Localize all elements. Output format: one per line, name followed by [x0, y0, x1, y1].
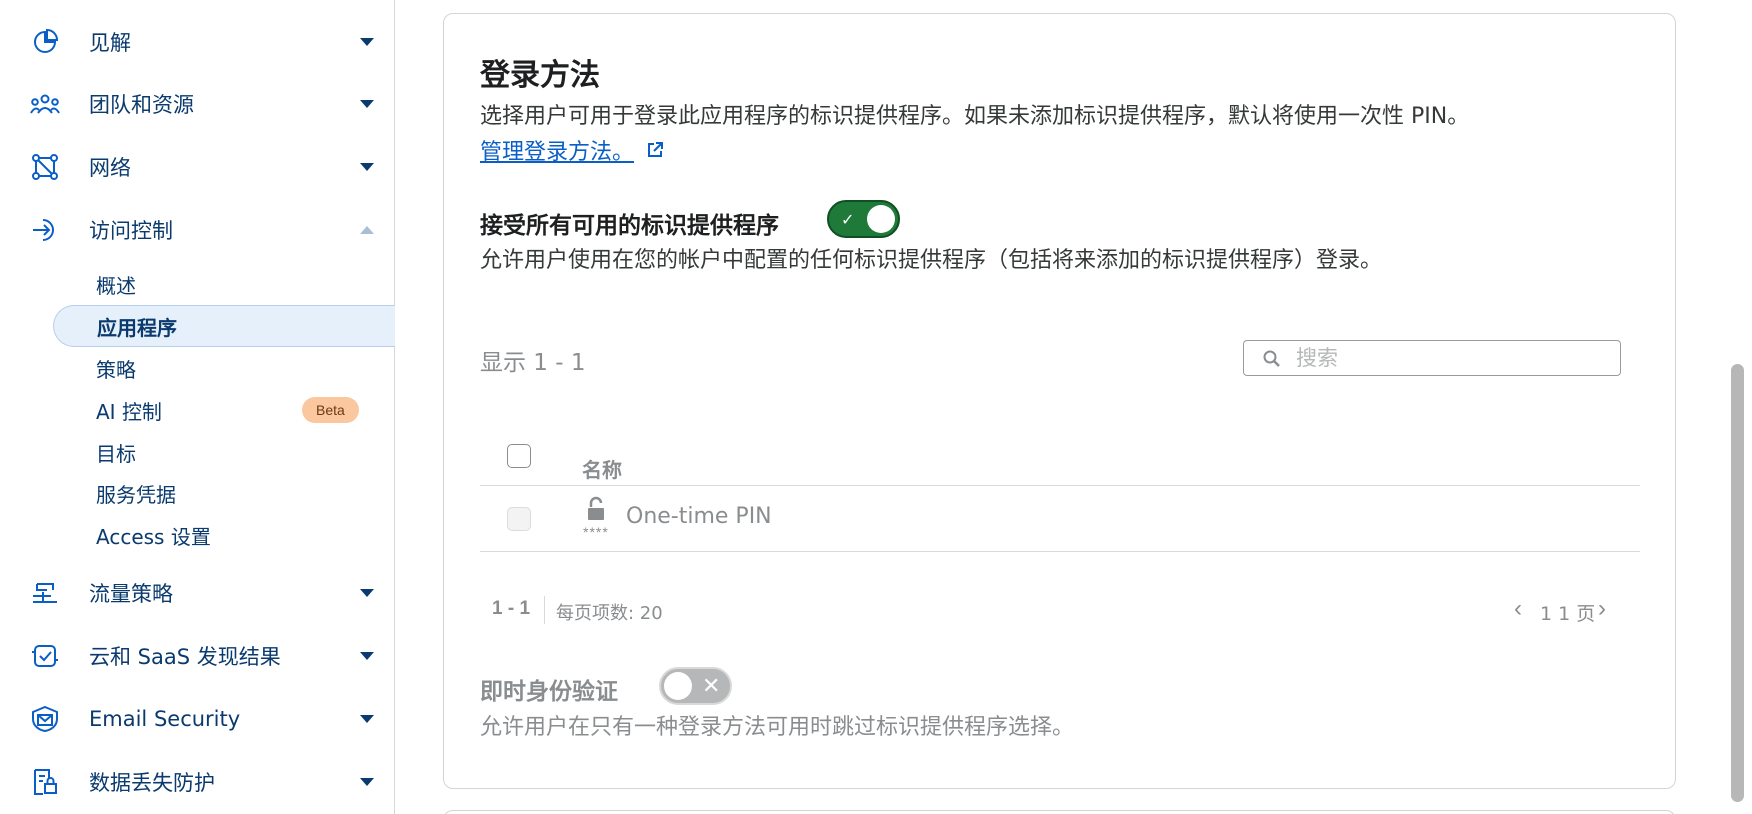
- chevron-right-icon[interactable]: ›: [1598, 597, 1606, 621]
- close-icon: ✕: [702, 673, 721, 698]
- instant-auth-description: 允许用户在只有一种登录方法可用时跳过标识提供程序选择。: [480, 715, 1075, 740]
- nav-item-traffic-policies[interactable]: 流量策略: [0, 571, 395, 615]
- nav-label: 云和 SaaS 发现结果: [89, 645, 281, 669]
- people-group-icon: [30, 89, 60, 119]
- sub-item-label: 服务凭据: [96, 482, 176, 507]
- document-lock-icon: [30, 767, 60, 797]
- toggle-knob: [867, 205, 895, 233]
- sub-item-applications[interactable]: 应用程序: [53, 305, 395, 347]
- nav-item-access-control[interactable]: 访问控制: [0, 208, 395, 252]
- nav-item-teams-resources[interactable]: 团队和资源: [0, 82, 395, 126]
- traffic-policy-icon: [30, 578, 60, 608]
- sub-item-label: 目标: [96, 441, 136, 466]
- chevron-up-icon: [360, 226, 374, 234]
- external-link-icon: [648, 142, 664, 157]
- sub-item-label: 概述: [96, 273, 136, 298]
- section-description: 选择用户可用于登录此应用程序的标识提供程序。如果未添加标识提供程序，默认将使用一…: [480, 104, 1470, 129]
- row-name: One-time PIN: [626, 504, 772, 529]
- check-icon: ✓: [841, 212, 855, 229]
- beta-badge: Beta: [302, 397, 359, 423]
- chevron-down-icon: [360, 163, 374, 171]
- pie-chart-icon: [30, 27, 60, 57]
- accept-all-toggle[interactable]: ✓: [827, 200, 900, 238]
- sub-item-label: AI 控制: [96, 399, 162, 424]
- sub-item-overview[interactable]: 概述: [53, 263, 395, 305]
- chevron-left-icon[interactable]: ‹: [1514, 597, 1522, 621]
- nav-item-cloud-saas-findings[interactable]: 云和 SaaS 发现结果: [0, 634, 395, 678]
- accept-all-title: 接受所有可用的标识提供程序: [480, 213, 779, 239]
- nav-label: 数据丢失防护: [89, 771, 215, 795]
- row-checkbox: [507, 507, 531, 531]
- search-box: [1243, 340, 1621, 376]
- accept-all-description: 允许用户使用在您的帐户中配置的任何标识提供程序（包括将来添加的标识提供程序）登录…: [480, 248, 1383, 273]
- sub-item-service-credentials[interactable]: 服务凭据: [53, 472, 395, 514]
- instant-auth-title: 即时身份验证: [480, 679, 618, 705]
- email-shield-icon: [30, 704, 60, 734]
- table-row[interactable]: **** One-time PIN: [480, 486, 1640, 552]
- toggle-knob: [664, 672, 692, 700]
- instant-auth-toggle[interactable]: ✕: [659, 667, 732, 705]
- nav-label: Email Security: [89, 707, 241, 731]
- section-title: 登录方法: [480, 58, 600, 93]
- sub-item-label: Access 设置: [96, 524, 211, 549]
- sub-item-ai-controls[interactable]: AI 控制 Beta: [53, 389, 395, 431]
- chevron-down-icon: [360, 652, 374, 660]
- unlock-icon: [588, 496, 604, 520]
- pagination-divider: [544, 596, 545, 624]
- select-all-checkbox[interactable]: [507, 444, 531, 468]
- items-per-page[interactable]: 每页项数: 20: [556, 599, 663, 625]
- pagination: 1 - 1 每页项数: 20 ‹ 1 1 页 ›: [480, 592, 1640, 628]
- sign-in-arrow-icon: [30, 215, 60, 245]
- pagination-range: 1 - 1: [492, 598, 531, 619]
- nav-label: 见解: [89, 31, 131, 55]
- sub-item-access-settings[interactable]: Access 设置: [53, 514, 395, 556]
- search-input[interactable]: [1296, 345, 1606, 371]
- sub-item-targets[interactable]: 目标: [53, 431, 395, 473]
- table-header: 名称: [480, 440, 1640, 486]
- column-header-name[interactable]: 名称: [582, 454, 622, 483]
- nav-item-email-security[interactable]: Email Security: [0, 697, 395, 741]
- scrollbar-thumb[interactable]: [1731, 364, 1744, 802]
- nav-label: 网络: [89, 156, 131, 180]
- link-label: 管理登录方法。: [480, 140, 635, 165]
- cloud-check-icon: [30, 641, 60, 671]
- page-indicator: 1 1 页: [1540, 603, 1596, 625]
- network-graph-icon: [30, 152, 60, 182]
- chevron-down-icon: [360, 715, 374, 723]
- chevron-down-icon: [360, 38, 374, 46]
- row-subtitle: ****: [583, 524, 609, 540]
- sub-item-label: 策略: [96, 357, 136, 382]
- results-count: 显示 1 - 1: [480, 350, 586, 376]
- sub-item-label: 应用程序: [97, 315, 177, 340]
- nav-label: 流量策略: [89, 582, 173, 606]
- search-icon: [1263, 350, 1280, 367]
- nav-label: 访问控制: [89, 219, 173, 243]
- manage-login-methods-link[interactable]: 管理登录方法。: [480, 134, 664, 166]
- nav-item-insights[interactable]: 见解: [0, 20, 395, 64]
- next-card: [443, 810, 1676, 814]
- nav-label: 团队和资源: [89, 93, 194, 117]
- sub-item-policies[interactable]: 策略: [53, 347, 395, 389]
- chevron-down-icon: [360, 589, 374, 597]
- chevron-down-icon: [360, 778, 374, 786]
- nav-item-data-loss-prevention[interactable]: 数据丢失防护: [0, 760, 395, 804]
- sidebar: 见解 团队和资源 网络 访问控制 概述 应用程序 策略 AI 控制 Beta 目…: [0, 0, 395, 814]
- nav-item-network[interactable]: 网络: [0, 145, 395, 189]
- chevron-down-icon: [360, 100, 374, 108]
